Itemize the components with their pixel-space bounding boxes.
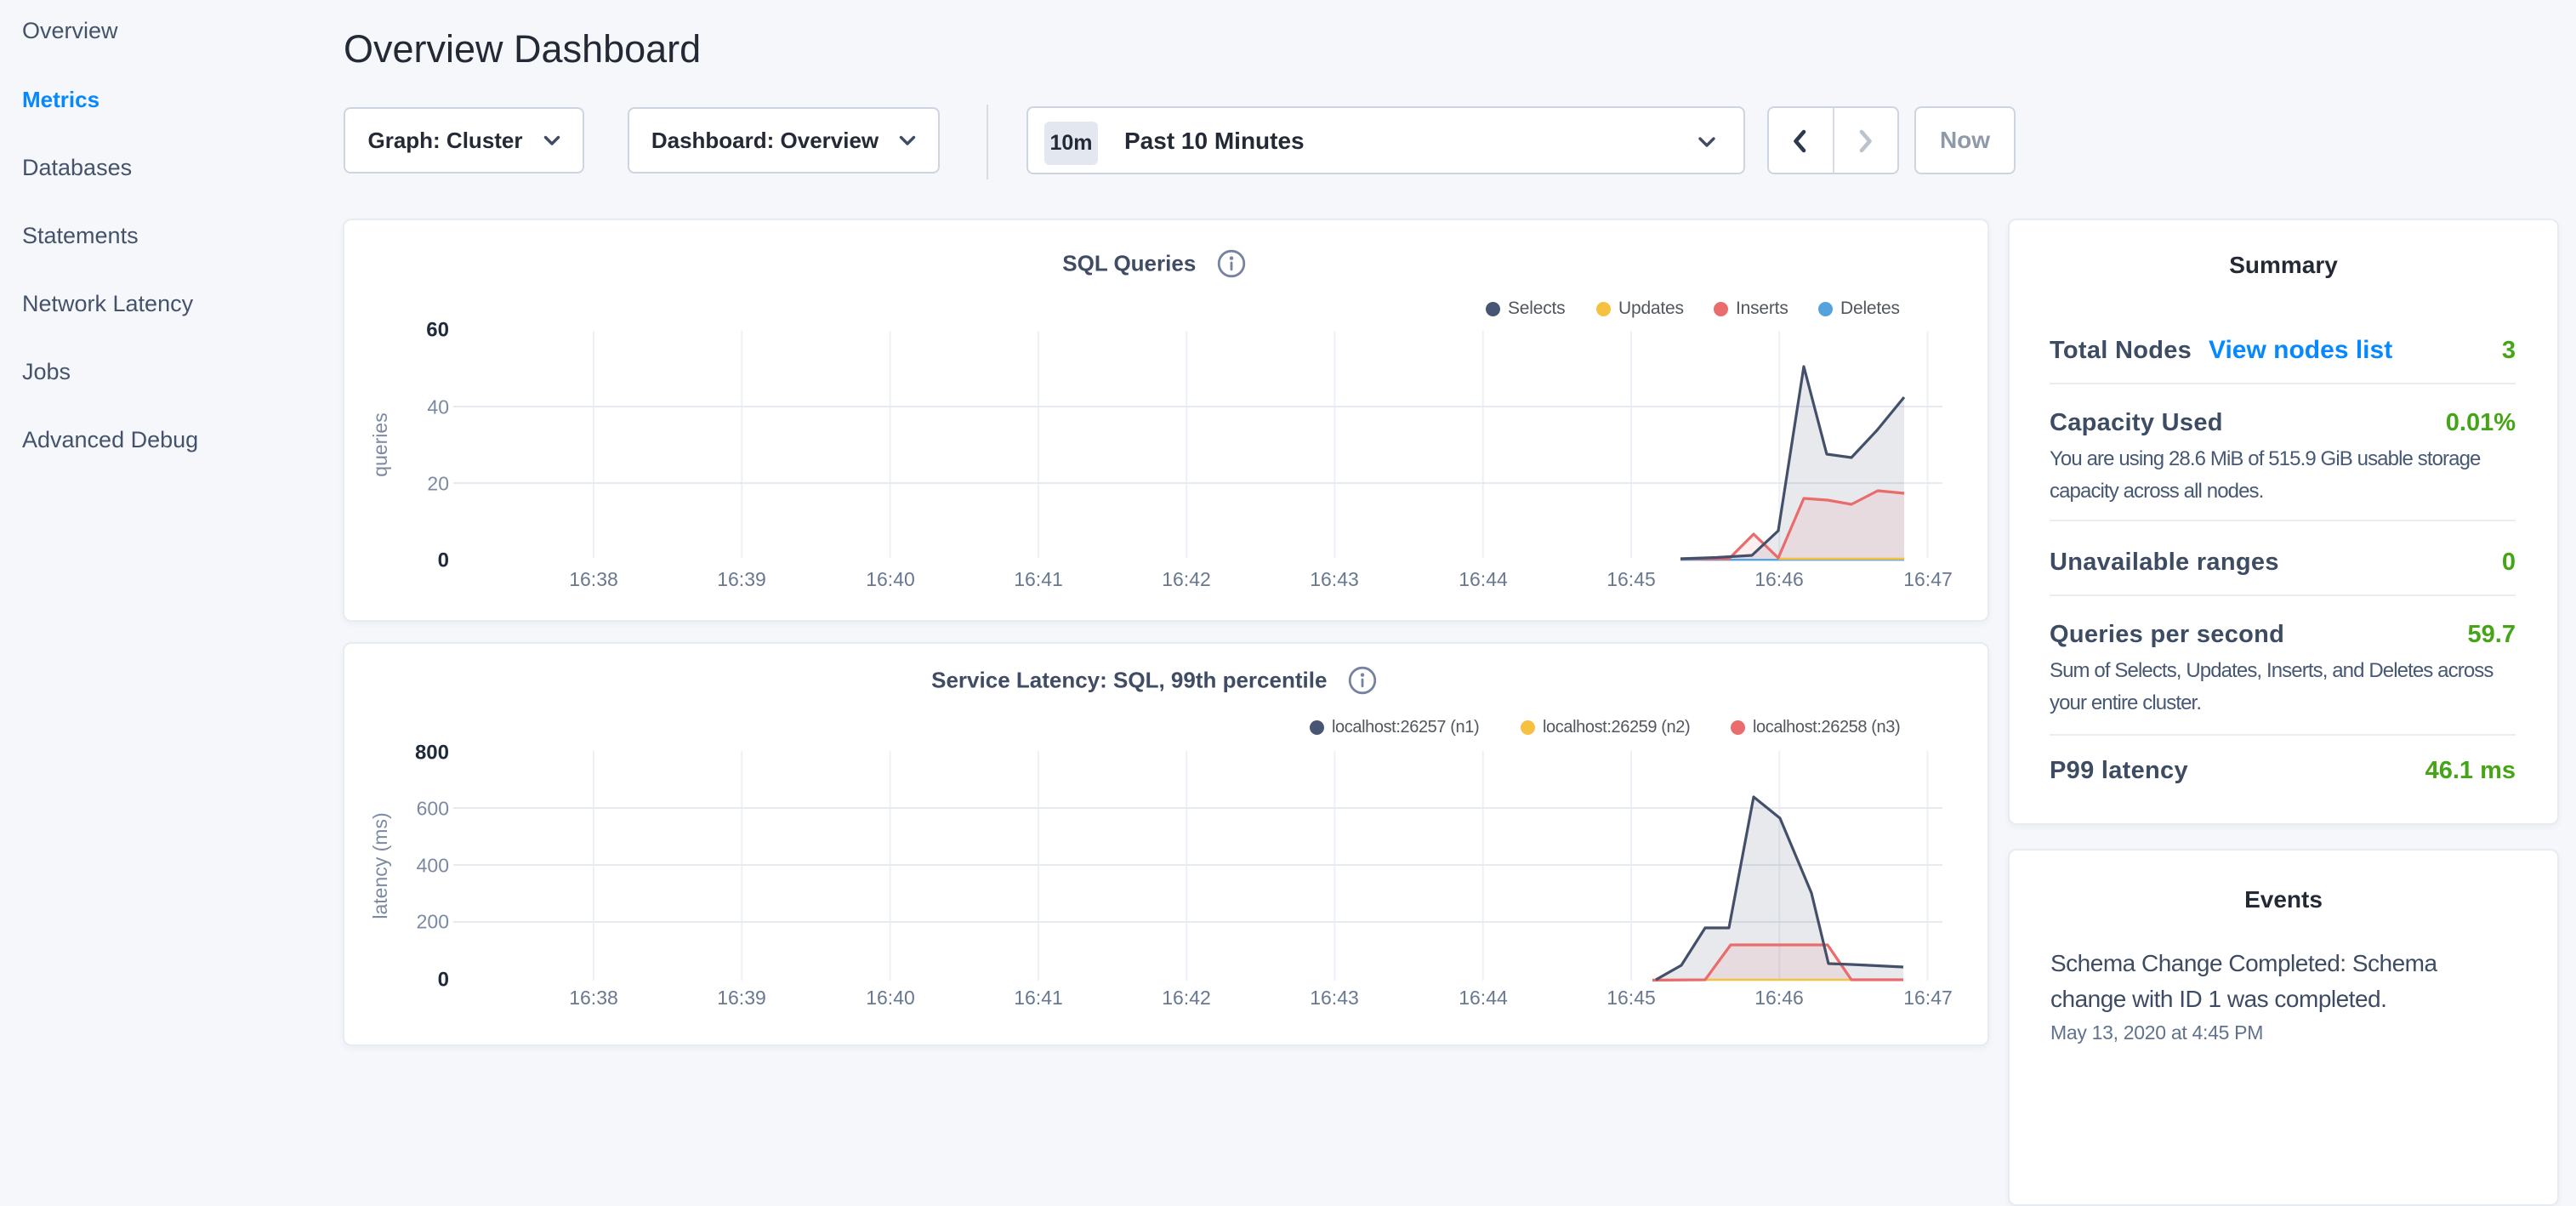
svg-text:16:45: 16:45 — [1606, 987, 1656, 1009]
svg-text:800: 800 — [415, 742, 449, 765]
svg-text:16:41: 16:41 — [1014, 568, 1063, 590]
svg-text:20: 20 — [427, 473, 449, 495]
svg-text:queries: queries — [369, 412, 391, 476]
svg-text:0: 0 — [438, 549, 449, 572]
svg-text:200: 200 — [417, 911, 449, 933]
svg-text:16:41: 16:41 — [1014, 987, 1063, 1009]
svg-text:60: 60 — [426, 319, 449, 342]
svg-text:16:40: 16:40 — [866, 987, 915, 1009]
svg-text:16:42: 16:42 — [1162, 568, 1211, 590]
svg-text:16:38: 16:38 — [569, 987, 618, 1009]
svg-text:16:44: 16:44 — [1459, 987, 1508, 1009]
svg-text:16:47: 16:47 — [1903, 987, 1953, 1009]
svg-text:16:43: 16:43 — [1310, 987, 1359, 1009]
svg-text:16:45: 16:45 — [1606, 568, 1656, 590]
svg-text:16:46: 16:46 — [1754, 568, 1804, 590]
svg-text:16:46: 16:46 — [1754, 987, 1804, 1009]
svg-text:16:47: 16:47 — [1903, 568, 1953, 590]
svg-text:16:40: 16:40 — [866, 568, 915, 590]
svg-text:0: 0 — [438, 969, 449, 992]
svg-text:600: 600 — [417, 798, 449, 820]
svg-text:16:42: 16:42 — [1162, 987, 1211, 1009]
svg-text:16:44: 16:44 — [1459, 568, 1508, 590]
svg-text:latency (ms): latency (ms) — [369, 812, 391, 919]
svg-text:16:39: 16:39 — [717, 987, 766, 1009]
svg-text:40: 40 — [427, 396, 449, 418]
svg-text:16:43: 16:43 — [1310, 568, 1359, 590]
svg-text:16:38: 16:38 — [569, 568, 618, 590]
svg-text:16:39: 16:39 — [717, 568, 766, 590]
svg-text:400: 400 — [417, 855, 449, 877]
